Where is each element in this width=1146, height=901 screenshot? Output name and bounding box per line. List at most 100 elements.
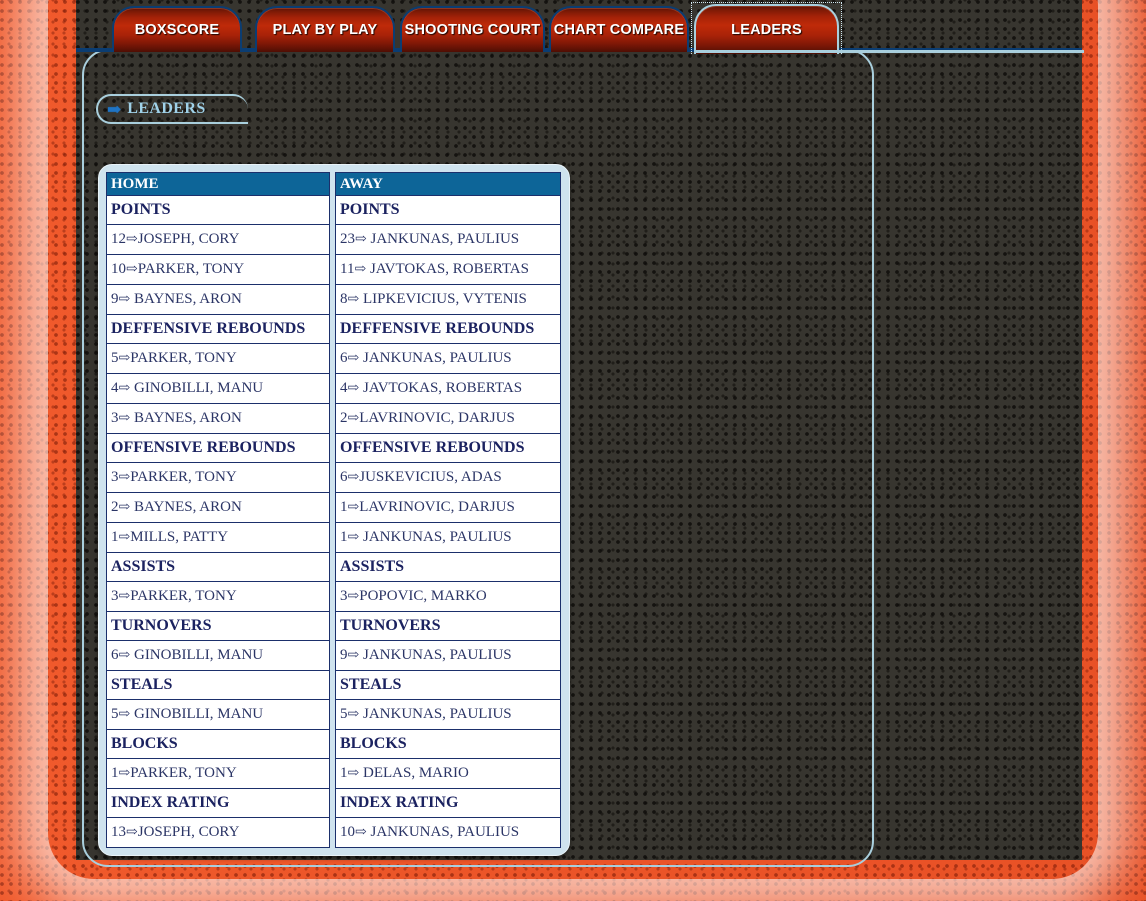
leader-row: 6⇨ GINOBILLI, MANU bbox=[106, 640, 330, 671]
leader-value: 4 bbox=[340, 380, 348, 396]
leader-entry: 3⇨PARKER, TONY bbox=[106, 581, 330, 612]
leader-value: 5 bbox=[111, 350, 119, 366]
arrow-right-icon: ⇨ bbox=[126, 262, 138, 277]
leader-row: 23⇨ JANKUNAS, PAULIUS bbox=[335, 224, 561, 255]
leader-value: 6 bbox=[111, 647, 119, 663]
leader-row: 12⇨JOSEPH, CORY bbox=[106, 224, 330, 255]
leader-row: 9⇨ JANKUNAS, PAULIUS bbox=[335, 640, 561, 671]
arrow-right-icon: ⇨ bbox=[118, 292, 131, 307]
leader-entry: 23⇨ JANKUNAS, PAULIUS bbox=[335, 224, 561, 255]
arrow-right-icon: ⇨ bbox=[118, 589, 131, 604]
leader-row: 1⇨ JANKUNAS, PAULIUS bbox=[335, 522, 561, 553]
away-leaders-table: AWAY POINTS 23⇨ JANKUNAS, PAULIUS 11⇨ JAVT… bbox=[335, 172, 561, 848]
leader-value: 13 bbox=[111, 824, 126, 840]
leader-entry: 4⇨ GINOBILLI, MANU bbox=[106, 373, 330, 404]
tab-label: PLAY BY PLAY bbox=[272, 22, 378, 38]
leader-player-name: JANKUNAS, PAULIUS bbox=[359, 350, 512, 366]
leader-entry: 5⇨PARKER, TONY bbox=[106, 343, 330, 374]
leader-entry: 1⇨MILLS, PATTY bbox=[106, 522, 330, 553]
leader-player-name: BAYNES, ARON bbox=[130, 410, 242, 426]
leader-player-name: JANKUNAS, PAULIUS bbox=[359, 529, 512, 545]
leader-player-name: DELAS, MARIO bbox=[359, 765, 469, 781]
tab-label: LEADERS bbox=[731, 22, 802, 38]
leader-value: 1 bbox=[340, 529, 348, 545]
leader-entry: 2⇨ BAYNES, ARON bbox=[106, 492, 330, 523]
arrow-right-icon: ⇨ bbox=[354, 262, 367, 277]
arrow-right-icon: ⇨ bbox=[347, 292, 360, 307]
leader-value: 6 bbox=[340, 469, 348, 485]
tab-play-by-play[interactable]: PLAY BY PLAY bbox=[255, 6, 395, 52]
tab-label: SHOOTING COURT bbox=[404, 22, 541, 38]
leader-entry: 10⇨ JANKUNAS, PAULIUS bbox=[335, 817, 561, 848]
arrow-right-icon: ⇨ bbox=[347, 381, 360, 396]
leader-row: 10⇨PARKER, TONY bbox=[106, 254, 330, 285]
leader-value: 1 bbox=[340, 765, 348, 781]
leader-value: 23 bbox=[340, 231, 355, 247]
leader-row: 3⇨ BAYNES, ARON bbox=[106, 403, 330, 434]
leader-player-name: JANKUNAS, PAULIUS bbox=[366, 824, 520, 840]
category-row: POINTS bbox=[106, 195, 330, 225]
category-label: ASSISTS bbox=[335, 552, 561, 582]
leader-value: 3 bbox=[340, 588, 348, 604]
leader-value: 12 bbox=[111, 231, 126, 247]
leader-value: 10 bbox=[340, 824, 355, 840]
leader-value: 1 bbox=[340, 499, 348, 515]
arrow-right-icon: ⇨ bbox=[118, 766, 131, 781]
leader-row: 6⇨JUSKEVICIUS, ADAS bbox=[335, 462, 561, 493]
leader-row: 5⇨PARKER, TONY bbox=[106, 343, 330, 374]
leader-entry: 8⇨ LIPKEVICIUS, VYTENIS bbox=[335, 284, 561, 315]
leader-player-name: BAYNES, ARON bbox=[130, 291, 242, 307]
away-table-body: POINTS 23⇨ JANKUNAS, PAULIUS 11⇨ JAVTOKAS,… bbox=[335, 195, 561, 848]
leader-player-name: PARKER, TONY bbox=[130, 350, 237, 366]
leader-player-name: PARKER, TONY bbox=[130, 469, 237, 485]
arrow-right-icon: ⇨ bbox=[347, 351, 360, 366]
leader-entry: 9⇨ JANKUNAS, PAULIUS bbox=[335, 640, 561, 671]
leader-entry: 4⇨ JAVTOKAS, ROBERTAS bbox=[335, 373, 561, 404]
leader-row: 9⇨ BAYNES, ARON bbox=[106, 284, 330, 315]
arrow-right-icon: ⇨ bbox=[118, 470, 131, 485]
table-header-row: AWAY bbox=[335, 172, 561, 196]
leader-entry: 3⇨PARKER, TONY bbox=[106, 462, 330, 493]
category-row: INDEX RATING bbox=[335, 788, 561, 818]
category-row: DEFFENSIVE REBOUNDS bbox=[106, 314, 330, 344]
arrow-right-icon: ⇨ bbox=[118, 707, 131, 722]
away-column-header: AWAY bbox=[335, 172, 561, 196]
leader-entry: 2⇨LAVRINOVIC, DARJUS bbox=[335, 403, 561, 434]
arrow-right-icon: ⇨ bbox=[347, 589, 360, 604]
leader-value: 3 bbox=[111, 410, 119, 426]
leader-player-name: GINOBILLI, MANU bbox=[130, 380, 264, 396]
leader-entry: 3⇨POPOVIC, MARKO bbox=[335, 581, 561, 612]
tab-leaders[interactable]: LEADERS bbox=[691, 2, 842, 54]
arrow-right-icon: ⇨ bbox=[126, 825, 138, 840]
leader-player-name: LAVRINOVIC, DARJUS bbox=[359, 499, 515, 515]
arrow-right-icon: ➡ bbox=[107, 99, 122, 119]
leader-value: 4 bbox=[111, 380, 119, 396]
tab-boxscore[interactable]: BOXSCORE bbox=[112, 6, 242, 52]
leader-value: 9 bbox=[111, 291, 119, 307]
tab-chart-compare[interactable]: CHART COMPARE bbox=[549, 6, 689, 52]
leader-value: 2 bbox=[340, 410, 348, 426]
arrow-right-icon: ⇨ bbox=[126, 232, 138, 247]
arrow-right-icon: ⇨ bbox=[118, 411, 131, 426]
category-label: INDEX RATING bbox=[106, 788, 330, 818]
leader-entry: 6⇨JUSKEVICIUS, ADAS bbox=[335, 462, 561, 493]
leader-player-name: PARKER, TONY bbox=[137, 261, 245, 277]
tab-shooting-court[interactable]: SHOOTING COURT bbox=[400, 6, 545, 52]
arrow-right-icon: ⇨ bbox=[118, 500, 131, 515]
tab-bar: BOXSCORE PLAY BY PLAY SHOOTING COURT CHART … bbox=[0, 0, 1146, 54]
leader-player-name: JANKUNAS, PAULIUS bbox=[359, 706, 512, 722]
leader-player-name: LAVRINOVIC, DARJUS bbox=[359, 410, 515, 426]
leader-row: 1⇨MILLS, PATTY bbox=[106, 522, 330, 553]
leader-value: 3 bbox=[111, 588, 119, 604]
leader-value: 3 bbox=[111, 469, 119, 485]
leader-value: 6 bbox=[340, 350, 348, 366]
category-row: BLOCKS bbox=[106, 729, 330, 759]
leader-player-name: GINOBILLI, MANU bbox=[130, 706, 264, 722]
leader-player-name: JAVTOKAS, ROBERTAS bbox=[359, 380, 523, 396]
category-label: BLOCKS bbox=[335, 729, 561, 759]
category-row: INDEX RATING bbox=[106, 788, 330, 818]
leader-player-name: JUSKEVICIUS, ADAS bbox=[359, 469, 502, 485]
leader-entry: 9⇨ BAYNES, ARON bbox=[106, 284, 330, 315]
leader-row: 1⇨PARKER, TONY bbox=[106, 758, 330, 789]
arrow-right-icon: ⇨ bbox=[355, 232, 367, 247]
